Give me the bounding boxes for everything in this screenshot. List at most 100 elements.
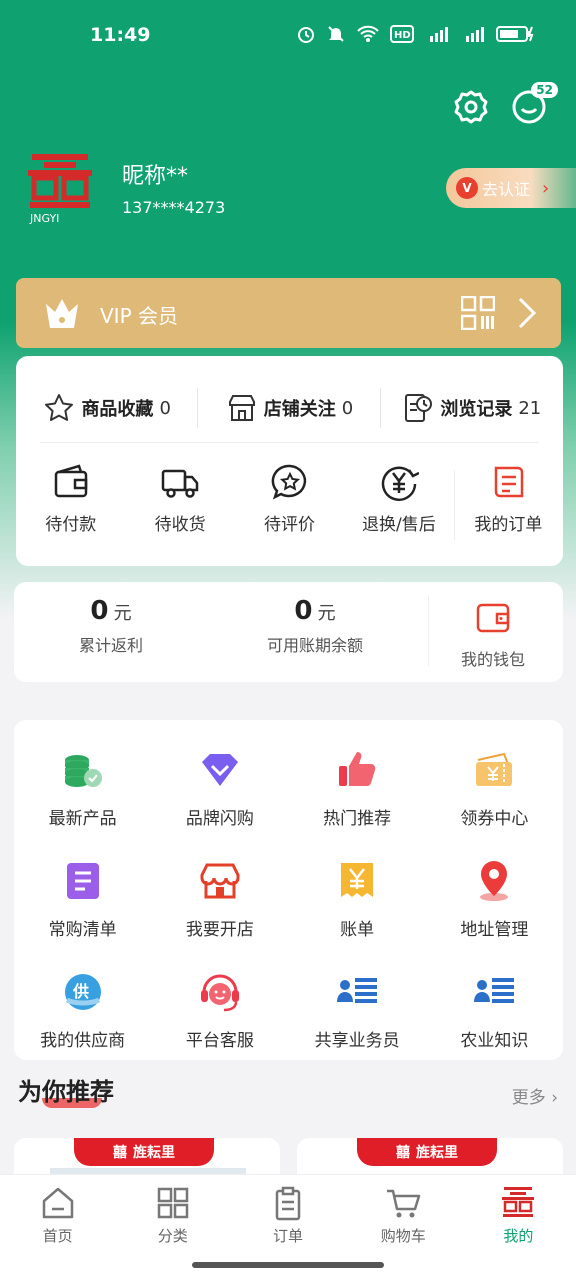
shop-icon [200, 863, 240, 899]
home-indicator[interactable] [192, 1262, 384, 1268]
stat-label: 商品收藏 [81, 399, 154, 420]
tool-coupon-center[interactable]: 领券中心 [426, 748, 563, 829]
profile-logo-icon [502, 1187, 535, 1217]
brand-ribbon: 囍 旌耘里 [357, 1138, 497, 1166]
tool-open-store[interactable]: 我要开店 [151, 859, 288, 940]
tool-label: 共享业务员 [314, 1031, 400, 1051]
tool-bill[interactable]: 账单 [289, 859, 426, 940]
tool-my-suppliers[interactable]: 供 我的供应商 [14, 970, 151, 1051]
my-orders-link[interactable]: 我的订单 [453, 462, 563, 552]
settings-button[interactable] [452, 88, 490, 126]
tool-label: 最新产品 [48, 809, 117, 829]
mute-icon [328, 26, 344, 42]
rebate-summary[interactable]: 0 元 累计返利 [56, 596, 166, 656]
rebate-label: 累计返利 [78, 636, 143, 655]
rebate-unit: 元 [113, 603, 132, 624]
order-refund[interactable]: 退换/售后 [344, 462, 453, 552]
tool-new-products[interactable]: 最新产品 [14, 748, 151, 829]
qr-code-icon[interactable] [461, 296, 495, 330]
message-count-badge: 52 [531, 82, 558, 98]
vip-banner[interactable]: VIP 会员 [16, 278, 561, 348]
tab-home[interactable]: 首页 [0, 1175, 115, 1280]
tool-brand-flash[interactable]: 品牌闪购 [151, 748, 288, 829]
favorites-row: 商品收藏 0 店铺关注 0 浏览记录 21 [16, 380, 563, 436]
credit-value: 0 [294, 596, 313, 626]
order-status-row: 待付款 待收货 待评价 退换/售后 我的订单 [16, 462, 563, 552]
gear-icon [454, 90, 488, 124]
coupon-icon [476, 752, 513, 786]
stat-followed-stores[interactable]: 店铺关注 0 [198, 380, 381, 436]
truck-icon [161, 469, 199, 498]
signal-4g-icon [466, 27, 484, 42]
order-label: 退换/售后 [362, 515, 436, 535]
diamond-icon [201, 754, 238, 786]
tool-label: 品牌闪购 [185, 809, 254, 829]
supplier-icon: 供 [64, 974, 101, 1010]
stat-count: 21 [518, 397, 542, 419]
tool-shared-salesman[interactable]: 共享业务员 [289, 970, 426, 1051]
tool-agri-knowledge[interactable]: 农业知识 [426, 970, 563, 1051]
status-bar: 11:49 HD [0, 0, 576, 72]
order-pending-review[interactable]: 待评价 [235, 462, 344, 552]
tool-label: 热门推荐 [323, 809, 392, 829]
svg-text:供: 供 [72, 982, 89, 1001]
credit-unit: 元 [317, 603, 336, 624]
wallet-icon [476, 603, 510, 633]
my-wallet-link[interactable]: 我的钱包 [438, 598, 548, 670]
order-pending-receipt[interactable]: 待收货 [125, 462, 234, 552]
order-label: 待付款 [45, 515, 97, 535]
order-list-icon [495, 466, 524, 498]
verify-button[interactable]: V 去认证 › [446, 168, 576, 208]
hd-icon: HD [390, 25, 414, 43]
coins-icon [64, 755, 102, 787]
stat-count: 0 [341, 397, 354, 419]
tool-customer-service[interactable]: 平台客服 [151, 970, 288, 1051]
header-actions: 52 [452, 82, 558, 126]
signal-5g-icon [430, 27, 448, 42]
avatar[interactable]: JNGYI [24, 150, 96, 226]
order-pending-payment[interactable]: 待付款 [16, 462, 125, 552]
my-wallet-label: 我的钱包 [460, 650, 525, 669]
crown-icon [46, 299, 78, 328]
account-overview-card: 商品收藏 0 店铺关注 0 浏览记录 21 待付款 待收货 待评价 退换/售后 … [16, 356, 563, 566]
divider [40, 442, 539, 443]
svg-text:HD: HD [394, 30, 411, 41]
tools-card: 最新产品 品牌闪购 热门推荐 领券中心 常购清单 我要开店 账单 地址管理 供 … [14, 720, 563, 1060]
tool-frequent-list[interactable]: 常购清单 [14, 859, 151, 940]
tool-label: 领券中心 [460, 809, 529, 829]
stat-count: 0 [159, 397, 171, 419]
order-label: 待收货 [154, 515, 206, 535]
order-label: 我的订单 [474, 515, 543, 535]
brand-ribbon: 囍 旌耘里 [74, 1138, 214, 1166]
credit-summary[interactable]: 0 元 可用账期余额 [250, 596, 380, 656]
verify-badge-icon: V [456, 177, 478, 199]
order-label: 待评价 [264, 515, 316, 535]
order-icon [275, 1186, 301, 1221]
cart-icon [387, 1189, 421, 1218]
tool-label: 地址管理 [460, 920, 529, 940]
chevron-right-icon: › [545, 1088, 558, 1108]
message-button[interactable]: 52 [510, 82, 558, 126]
tool-label: 我要开店 [185, 920, 254, 940]
location-icon [480, 861, 509, 901]
tab-profile[interactable]: 我的 [461, 1175, 576, 1280]
home-icon [42, 1187, 73, 1219]
review-icon [271, 464, 306, 500]
rebate-value: 0 [90, 596, 109, 626]
star-icon [45, 394, 74, 421]
refund-icon [381, 466, 419, 501]
staff-icon [337, 978, 378, 1003]
tool-hot-picks[interactable]: 热门推荐 [289, 748, 426, 829]
tool-label: 平台客服 [185, 1031, 254, 1051]
profile-section: JNGYI 昵称** 137****4273 V 去认证 › [24, 150, 576, 230]
recommend-more-link[interactable]: 更多 › [512, 1083, 558, 1108]
nickname: 昵称** [122, 164, 189, 189]
chevron-right-icon: › [542, 177, 550, 199]
category-icon [157, 1187, 189, 1219]
stat-favorites[interactable]: 商品收藏 0 [16, 380, 199, 436]
stat-history[interactable]: 浏览记录 21 [381, 380, 563, 436]
tool-address-management[interactable]: 地址管理 [426, 859, 563, 940]
vip-label: VIP 会员 [100, 304, 178, 328]
credit-label: 可用账期余额 [266, 636, 363, 655]
list-icon [66, 863, 99, 899]
